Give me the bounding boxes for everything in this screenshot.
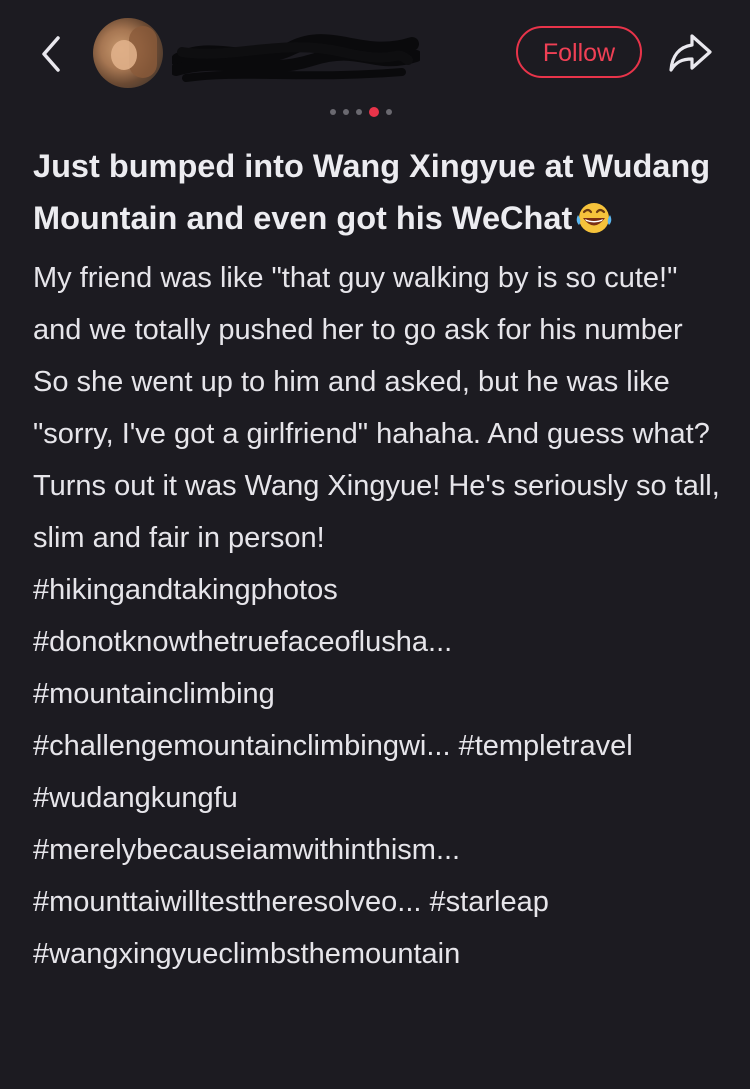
hashtag-list: #hikingandtakingphotos #donotknowthetrue… (33, 564, 723, 980)
post-title: Just bumped into Wang Xingyue at Wudang … (33, 140, 723, 244)
hashtag-link[interactable]: #wudangkungfu (33, 782, 238, 814)
top-bar: Follow (0, 0, 750, 117)
hashtag-link[interactable]: #starleap (430, 886, 549, 918)
avatar-face (111, 40, 137, 70)
hashtag-link[interactable]: #mounttaiwilltesttheresolveo... (33, 886, 421, 918)
post-body: My friend was like "that guy walking by … (33, 252, 723, 980)
carousel-dot (330, 109, 336, 115)
post-paragraph: So she went up to him and asked, but he … (33, 366, 720, 554)
hashtag-link[interactable]: #mountainclimbing (33, 678, 275, 710)
back-arrow-icon[interactable] (34, 30, 68, 78)
carousel-dot-active (369, 107, 379, 117)
hashtag-link[interactable]: #hikingandtakingphotos (33, 574, 338, 606)
hashtag-link[interactable]: #challengemountainclimbingwi... (33, 730, 451, 762)
follow-button[interactable]: Follow (516, 26, 642, 78)
post-paragraph: My friend was like "that guy walking by … (33, 262, 683, 346)
avatar[interactable] (93, 18, 163, 88)
carousel-indicator (330, 107, 392, 117)
carousel-dot (356, 109, 362, 115)
carousel-dot (386, 109, 392, 115)
share-icon[interactable] (666, 30, 716, 76)
hashtag-link[interactable]: #wangxingyueclimbsthemountain (33, 938, 460, 970)
username-redacted[interactable] (172, 30, 420, 84)
hashtag-link[interactable]: #donotknowthetruefaceoflusha... (33, 626, 452, 658)
hashtag-link[interactable]: #templetravel (459, 730, 633, 762)
hashtag-link[interactable]: #merelybecauseiamwithinthism... (33, 834, 460, 866)
post-content: Just bumped into Wang Xingyue at Wudang … (33, 140, 723, 980)
laughing-emoji-icon (576, 203, 612, 233)
carousel-dot (343, 109, 349, 115)
